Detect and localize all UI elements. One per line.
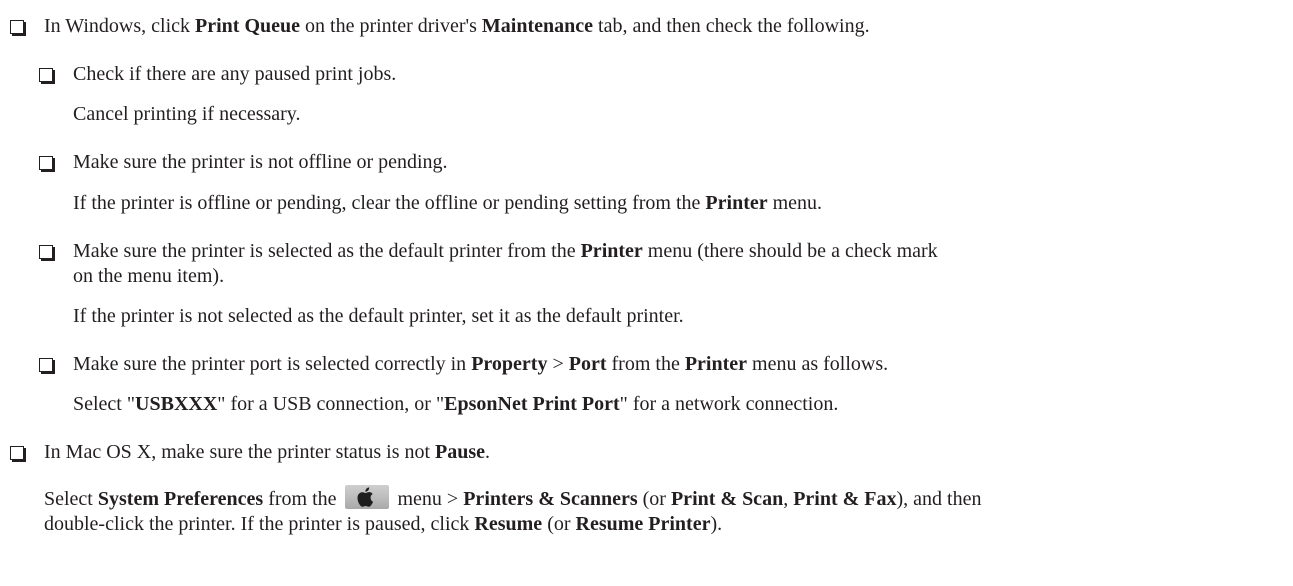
checkbox-bullet (10, 446, 24, 460)
default-printer-instruction-cont: on the menu item). (73, 265, 225, 287)
windows-instruction: In Windows, click Print Queue on the pri… (44, 15, 870, 37)
default-printer-note: If the printer is not selected as the de… (73, 305, 684, 327)
port-instruction: Make sure the printer port is selected c… (73, 353, 889, 375)
paused-jobs-note: Cancel printing if necessary. (73, 103, 301, 125)
paused-jobs-instruction: Check if there are any paused print jobs… (73, 63, 397, 85)
checkbox-bullet (10, 20, 24, 34)
mac-instruction: In Mac OS X, make sure the printer statu… (44, 441, 491, 463)
port-note: Select "USBXXX" for a USB connection, or… (73, 393, 839, 415)
default-printer-instruction: Make sure the printer is selected as the… (73, 240, 938, 262)
checkbox-bullet (39, 68, 53, 82)
mac-steps: Select System Preferences from the menu … (44, 485, 981, 512)
apple-logo-icon (344, 485, 389, 509)
mac-steps-cont: double-click the printer. If the printer… (44, 513, 723, 535)
offline-instruction: Make sure the printer is not offline or … (73, 151, 448, 173)
offline-note: If the printer is offline or pending, cl… (73, 192, 823, 214)
checkbox-bullet (39, 358, 53, 372)
checkbox-bullet (39, 156, 53, 170)
checkbox-bullet (39, 245, 53, 259)
